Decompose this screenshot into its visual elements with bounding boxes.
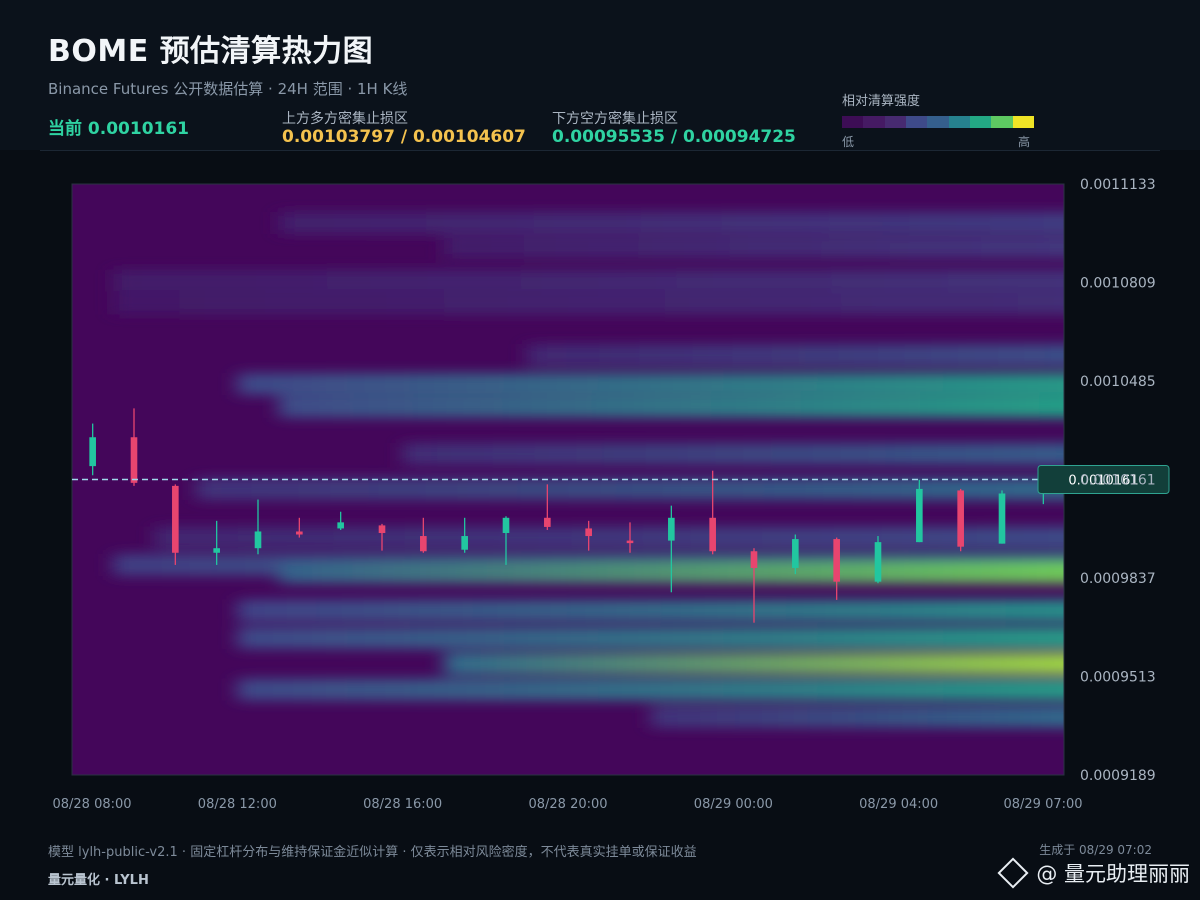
upper-zone-value: 0.00103797 / 0.00104607 bbox=[282, 127, 526, 147]
page-subtitle: Binance Futures 公开数据估算 · 24H 范围 · 1H K线 bbox=[48, 80, 408, 98]
watermark: @ 量元助理丽丽 bbox=[997, 857, 1190, 889]
candle-body bbox=[420, 536, 427, 552]
header-panel: BOME 预估清算热力图 Binance Futures 公开数据估算 · 24… bbox=[0, 0, 1200, 150]
candle-body bbox=[461, 536, 468, 550]
candle-body bbox=[709, 517, 716, 552]
x-tick-label: 08/28 08:00 bbox=[52, 797, 131, 812]
candle-body bbox=[668, 517, 675, 541]
heat-band bbox=[196, 477, 1064, 500]
candle-body bbox=[544, 517, 551, 527]
legend-title: 相对清算强度 bbox=[842, 94, 921, 109]
x-tick-label: 08/29 00:00 bbox=[694, 797, 773, 812]
candle-body bbox=[130, 437, 138, 483]
candle-body bbox=[585, 528, 592, 537]
heat-band bbox=[444, 236, 1064, 259]
candle bbox=[874, 536, 882, 584]
heat-band bbox=[113, 269, 1064, 292]
heat-band bbox=[237, 678, 1064, 701]
heat-band bbox=[237, 626, 1064, 649]
upper-zone-label: 上方多方密集止损区 bbox=[282, 111, 408, 127]
y-tick-label: 0.0009513 bbox=[1080, 670, 1156, 686]
legend-swatch bbox=[1012, 116, 1034, 128]
candle-body bbox=[254, 531, 262, 549]
header-divider bbox=[40, 150, 1160, 151]
x-tick-label: 08/29 04:00 bbox=[859, 797, 938, 812]
heat-band bbox=[444, 652, 1064, 675]
candle-body bbox=[337, 522, 344, 529]
candle-body bbox=[296, 531, 303, 535]
page-title: BOME 预估清算热力图 bbox=[48, 34, 374, 69]
current-price: 当前 0.0010161 bbox=[48, 119, 190, 139]
legend-swatch bbox=[842, 116, 864, 128]
legend-swatch bbox=[991, 116, 1013, 128]
candle-body bbox=[957, 490, 964, 547]
candle bbox=[957, 488, 964, 552]
y-tick-label: 0.0010809 bbox=[1080, 276, 1156, 292]
heat-band bbox=[402, 442, 1064, 465]
candle-body bbox=[833, 539, 840, 582]
y-tick-label: 0.0010161 bbox=[1080, 473, 1156, 489]
candle bbox=[998, 490, 1006, 544]
watermark-text: @ 量元助理丽丽 bbox=[1036, 862, 1190, 886]
candle-body bbox=[874, 542, 882, 582]
x-tick-label: 08/29 07:00 bbox=[1003, 797, 1082, 812]
legend-low-label: 低 bbox=[842, 135, 855, 149]
legend-swatch bbox=[948, 116, 970, 128]
heat-band bbox=[154, 526, 1064, 549]
lower-zone-value: 0.00095535 / 0.00094725 bbox=[552, 127, 796, 147]
legend-colorbar bbox=[842, 116, 1034, 128]
x-tick-label: 08/28 20:00 bbox=[528, 797, 607, 812]
candle-body bbox=[750, 551, 758, 568]
candle-body bbox=[378, 525, 386, 534]
lower-zone-label: 下方空方密集止损区 bbox=[552, 111, 678, 127]
candle-body bbox=[792, 539, 799, 568]
heat-band bbox=[278, 395, 1064, 418]
footer-note: 模型 lylh-public-v2.1 · 固定杠杆分布与维持保证金近似计算 ·… bbox=[48, 845, 697, 860]
heat-band bbox=[650, 705, 1064, 728]
candle bbox=[916, 479, 923, 543]
heat-band bbox=[237, 599, 1064, 622]
x-tick-label: 08/28 12:00 bbox=[198, 797, 277, 812]
diamond-logo-icon bbox=[997, 857, 1029, 889]
candle-body bbox=[998, 493, 1006, 544]
heat-band bbox=[526, 344, 1064, 367]
candle-body bbox=[213, 548, 220, 553]
heat-band bbox=[278, 211, 1064, 234]
y-tick-label: 0.0010485 bbox=[1080, 374, 1156, 390]
legend-swatch bbox=[863, 116, 885, 128]
heat-band bbox=[237, 373, 1064, 396]
candle-body bbox=[502, 517, 510, 534]
legend-swatch bbox=[969, 116, 992, 128]
x-tick-label: 08/28 16:00 bbox=[363, 797, 442, 812]
generated-time: 生成于 08/29 07:02 bbox=[1039, 843, 1152, 857]
legend-swatch bbox=[884, 116, 906, 128]
footer-brand: 量元量化 · LYLH bbox=[48, 873, 149, 888]
candle-body bbox=[172, 485, 179, 553]
heat-band bbox=[113, 292, 1064, 315]
candle-body bbox=[89, 437, 96, 467]
y-tick-label: 0.0009837 bbox=[1080, 571, 1156, 587]
legend-swatch bbox=[905, 116, 928, 128]
y-tick-label: 0.0011133 bbox=[1080, 177, 1156, 193]
candle-body bbox=[916, 488, 923, 543]
y-tick-label: 0.0009189 bbox=[1080, 768, 1156, 784]
legend-high-label: 高 bbox=[1018, 135, 1031, 149]
legend-swatch bbox=[927, 116, 949, 128]
candle-body bbox=[626, 540, 634, 544]
heat-band bbox=[278, 561, 1064, 584]
heatmap-chart: 0.0010161 0.0011133 0.0010809 0.0010485 0.00… bbox=[52, 177, 1170, 812]
